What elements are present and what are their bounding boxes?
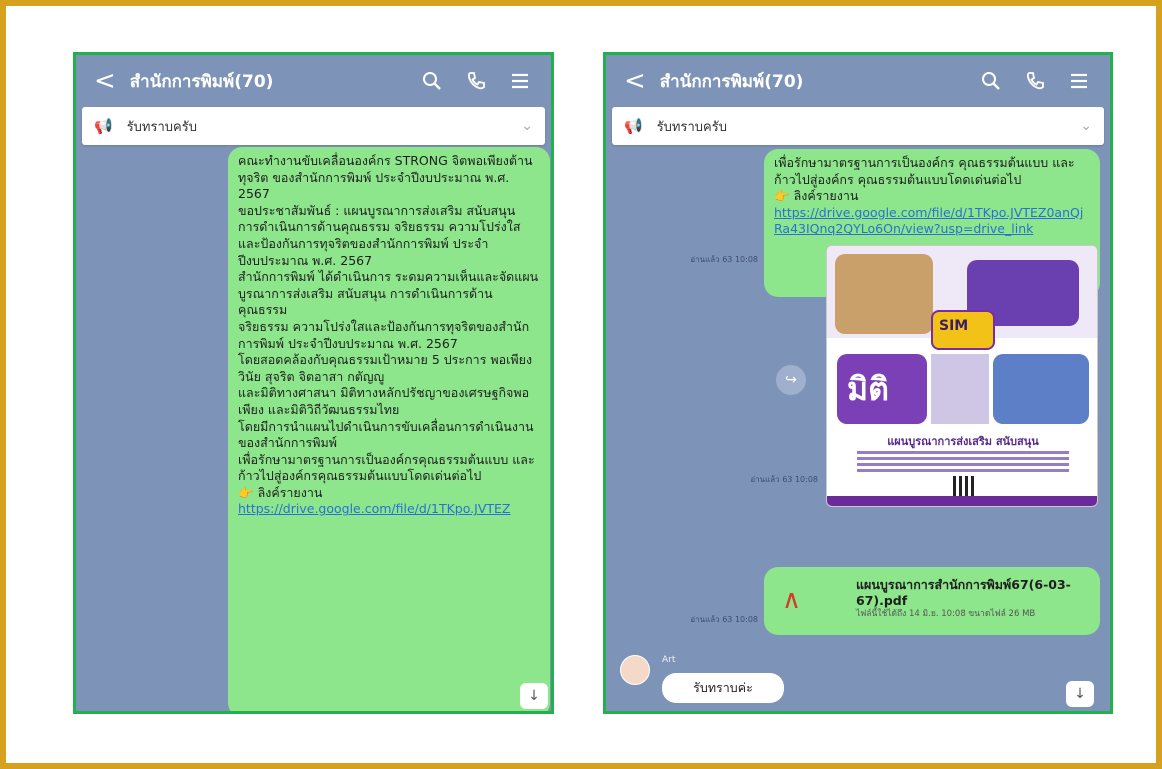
- poster-image[interactable]: SIM มิติ แผนบูรณาการส่งเสริม สนับสนุน: [826, 245, 1098, 507]
- message-bubble[interactable]: คณะทำงานขับเคลื่อนองค์กร STRONG จิตพอเพี…: [228, 147, 550, 711]
- chevron-down-icon[interactable]: ⌄: [521, 118, 533, 134]
- pdf-attachment[interactable]: ∧ แผนบูรณาการสำนักการพิมพ์67(6-03-67).pd…: [764, 567, 1100, 635]
- search-icon[interactable]: [978, 68, 1004, 94]
- sender-name: Art: [662, 655, 676, 665]
- message-paragraph: โดยมีการนำแผนไปดำเนินการขับเคลื่อนการดำเ…: [238, 418, 534, 451]
- announcement-bar[interactable]: 📢 รับทราบครับ ⌄: [82, 107, 545, 145]
- share-icon[interactable]: ↪: [776, 365, 806, 395]
- phone-icon[interactable]: [463, 68, 489, 94]
- report-link[interactable]: https://drive.google.com/file/d/1TKpo.JV…: [238, 501, 510, 516]
- avatar[interactable]: [620, 655, 650, 685]
- back-button[interactable]: <: [94, 66, 116, 96]
- qr-code: [953, 476, 975, 498]
- chat-title: สำนักการพิมพ์(70): [659, 71, 804, 92]
- scroll-down-button[interactable]: ↓: [520, 683, 548, 709]
- chat-header: < สำนักการพิมพ์(70): [606, 55, 1110, 107]
- pdf-icon: ∧: [782, 585, 802, 615]
- announcement-text: รับทราบครับ: [126, 119, 197, 135]
- screenshot-frame: < สำนักการพิมพ์(70) 📢 รับทราบครับ ⌄ คณะท…: [0, 0, 1162, 769]
- menu-icon[interactable]: [507, 68, 533, 94]
- file-name: แผนบูรณาการสำนักการพิมพ์67(6-03-67).pdf: [856, 577, 1071, 608]
- phone-icon[interactable]: [1022, 68, 1048, 94]
- message-paragraph: โดยสอดคล้องกับคุณธรรมเป้าหมาย 5 ประการ พ…: [238, 352, 533, 384]
- message-paragraph: เพื่อรักษามาตรฐานการเป็นองค์กร คุณธรรมต้…: [774, 155, 1075, 187]
- message-paragraph: และมิติทางศาสนา มิติทางหลักปรัชญาของเศรษ…: [238, 385, 530, 417]
- pointing-hand-icon: 👉: [238, 484, 254, 500]
- poster-seal: SIM: [939, 318, 969, 334]
- megaphone-icon: 📢: [624, 117, 643, 135]
- scroll-down-button[interactable]: ↓: [1066, 681, 1094, 707]
- chat-header: < สำนักการพิมพ์(70): [76, 55, 551, 107]
- chat-title: สำนักการพิมพ์(70): [129, 71, 274, 92]
- announcement-text: รับทราบครับ: [656, 119, 727, 135]
- report-link[interactable]: https://drive.google.com/file/d/1TKpo.JV…: [774, 205, 1090, 238]
- poster-mitti: มิติ: [847, 370, 889, 408]
- chat-screen-right: < สำนักการพิมพ์(70) 📢 รับทราบครับ ⌄ เพื่…: [603, 52, 1113, 714]
- chat-screen-left: < สำนักการพิมพ์(70) 📢 รับทราบครับ ⌄ คณะท…: [73, 52, 554, 714]
- menu-icon[interactable]: [1066, 68, 1092, 94]
- megaphone-icon: 📢: [94, 117, 113, 135]
- pointing-hand-icon: 👉: [774, 188, 790, 204]
- announcement-bar[interactable]: 📢 รับทราบครับ ⌄: [612, 107, 1104, 145]
- read-timestamp: อ่านแล้ว 63 10:08: [750, 475, 818, 484]
- message-paragraph: จริยธรรม ความโปร่งใสและป้องกันการทุจริตข…: [238, 318, 530, 351]
- reply-bubble[interactable]: รับทราบค่ะ: [662, 673, 784, 703]
- chevron-down-icon[interactable]: ⌄: [1080, 118, 1092, 134]
- link-label: ลิงค์รายงาน: [257, 484, 323, 500]
- message-paragraph: สำนักการพิมพ์ ได้ดำเนินการ ระดมความเห็นแ…: [238, 269, 539, 318]
- link-label: ลิงค์รายงาน: [793, 188, 859, 204]
- back-button[interactable]: <: [624, 66, 646, 96]
- message-paragraph: คณะทำงานขับเคลื่อนองค์กร STRONG จิตพอเพี…: [238, 153, 533, 202]
- message-paragraph: ขอประชาสัมพันธ์ : แผนบูรณาการส่งเสริม สน…: [238, 202, 521, 268]
- read-timestamp: อ่านแล้ว 63 10:08: [690, 255, 758, 264]
- file-meta: ไฟล์นี้ใช้ได้ถึง 14 มิ.ย. 10:08 ขนาดไฟล์…: [856, 609, 1036, 619]
- read-timestamp: อ่านแล้ว 63 10:08: [690, 615, 758, 624]
- message-paragraph: เพื่อรักษามาตรฐานการเป็นองค์กรคุณธรรมต้น…: [238, 451, 535, 484]
- search-icon[interactable]: [419, 68, 445, 94]
